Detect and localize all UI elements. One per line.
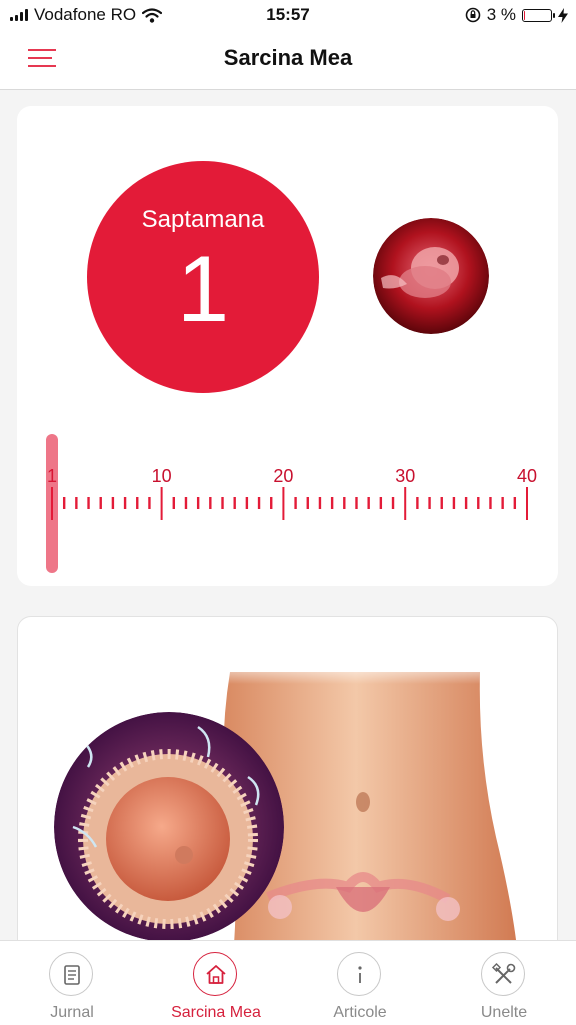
week-scale-handle[interactable]: [46, 434, 58, 573]
tab-bar: Jurnal Sarcina Mea Articole Unelte: [0, 940, 576, 1025]
charging-icon: [558, 7, 568, 23]
tab-label: Jurnal: [50, 1004, 94, 1021]
tab-jurnal[interactable]: Jurnal: [0, 941, 144, 1025]
info-icon: [337, 952, 381, 996]
app-header: Sarcina Mea: [0, 30, 576, 90]
status-bar: Vodafone RO 15:57 3 %: [0, 0, 576, 30]
rotation-lock-icon: [465, 7, 481, 23]
tab-label: Sarcina Mea: [171, 1004, 261, 1021]
week-scale[interactable]: 110203040: [17, 106, 558, 586]
journal-icon: [49, 952, 93, 996]
tools-icon: [481, 952, 525, 996]
battery-icon: [522, 8, 555, 22]
status-right: 3 %: [465, 5, 568, 25]
tab-sarcina-mea[interactable]: Sarcina Mea: [144, 941, 288, 1025]
illustration-card[interactable]: [17, 616, 558, 956]
scale-label: 20: [273, 466, 293, 486]
tab-label: Articole: [333, 1004, 387, 1021]
scale-label: 10: [152, 466, 172, 486]
battery-percent: 3 %: [486, 5, 516, 24]
page-title: Sarcina Mea: [223, 45, 353, 70]
scale-label: 30: [395, 466, 415, 486]
tab-articole[interactable]: Articole: [288, 941, 432, 1025]
scale-label: 40: [517, 466, 537, 486]
tab-label: Unelte: [480, 1004, 528, 1021]
week-card: Saptamana 1 110203040: [17, 106, 558, 586]
home-icon: [193, 952, 237, 996]
tab-unelte[interactable]: Unelte: [432, 941, 576, 1025]
conception-illustration: [54, 657, 523, 955]
